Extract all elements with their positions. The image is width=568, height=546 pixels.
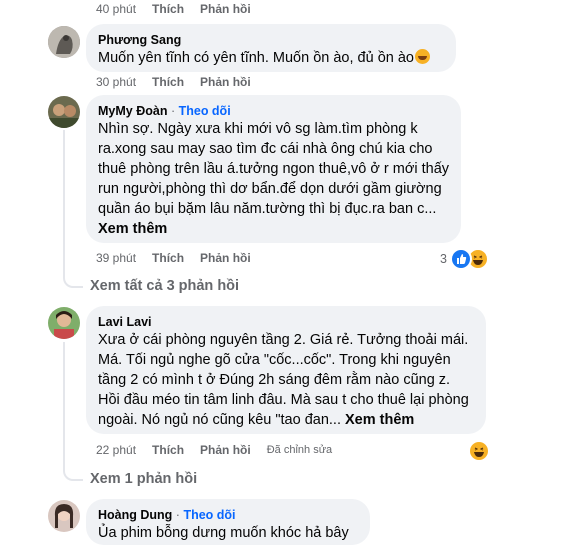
rofl-emoji-icon <box>415 49 430 64</box>
comment-text: Nhìn sợ. Ngày xưa khi mới vô sg làm.tìm … <box>98 121 454 237</box>
reply-thread-curve <box>63 455 83 481</box>
reply-button[interactable]: Phản hồi <box>200 2 251 16</box>
reply-thread-line <box>63 342 65 462</box>
comment-actions: 40 phút Thích Phản hồi <box>96 2 267 16</box>
separator-dot: · <box>170 104 176 118</box>
comment-bubble: Phương Sang Muốn yên tĩnh có yên tĩnh. M… <box>86 24 456 72</box>
comment-time[interactable]: 30 phút <box>96 75 136 89</box>
see-more-link[interactable]: Xem thêm <box>98 221 167 237</box>
comment-bubble: Lavi Lavi Xưa ở cái phòng nguyên tầng 2.… <box>86 306 486 434</box>
comment-bubble: Hoàng Dung · Theo dõi Ủa phim bỗng dưng … <box>86 499 370 545</box>
comment-actions: 30 phút Thích Phản hồi <box>96 75 267 89</box>
reaction-summary[interactable]: 3 <box>440 248 489 270</box>
edited-label: Đã chỉnh sửa <box>266 444 333 456</box>
comment-text: Muốn yên tĩnh có yên tĩnh. Muốn ồn ào, đ… <box>98 48 444 68</box>
haha-reaction-icon <box>468 440 490 462</box>
view-all-replies-link[interactable]: Xem tất cả 3 phản hồi <box>90 278 239 294</box>
reply-button[interactable]: Phản hồi <box>200 443 251 457</box>
like-button[interactable]: Thích <box>152 251 184 265</box>
avatar[interactable] <box>48 26 80 58</box>
avatar[interactable] <box>48 500 80 532</box>
comment-author[interactable]: MyMy Đoàn <box>98 104 167 118</box>
separator-dot: · <box>175 508 180 522</box>
comment-actions: 39 phút Thích Phản hồi <box>96 251 267 265</box>
like-button[interactable]: Thích <box>152 443 184 457</box>
like-button[interactable]: Thích <box>152 2 184 16</box>
reply-thread-curve <box>63 262 83 288</box>
comment-time[interactable]: 39 phút <box>96 251 136 265</box>
comment-time[interactable]: 22 phút <box>96 443 136 457</box>
reply-button[interactable]: Phản hồi <box>200 251 251 265</box>
comment-author[interactable]: Hoàng Dung <box>98 508 172 522</box>
reply-button[interactable]: Phản hồi <box>200 75 251 89</box>
reaction-summary[interactable] <box>468 440 490 462</box>
avatar[interactable] <box>48 307 80 339</box>
comment-text: Xưa ở cái phòng nguyên tầng 2. Giá rẻ. T… <box>98 332 473 428</box>
like-button[interactable]: Thích <box>152 75 184 89</box>
comment-text: Ủa phim bỗng dưng muốn khóc hả bây <box>98 525 349 541</box>
comment-author-row: MyMy Đoàn · Theo dõi <box>98 103 449 119</box>
like-reaction-icon <box>449 248 472 270</box>
reaction-count: 3 <box>440 252 447 266</box>
reply-thread-line <box>63 130 65 270</box>
comment-author[interactable]: Lavi Lavi <box>98 314 474 330</box>
see-more-link[interactable]: Xem thêm <box>345 412 414 428</box>
view-replies-link[interactable]: Xem 1 phản hồi <box>90 471 197 487</box>
comment-bubble: MyMy Đoàn · Theo dõi Nhìn sợ. Ngày xưa k… <box>86 95 461 243</box>
comment-time[interactable]: 40 phút <box>96 2 136 16</box>
comment-actions: 22 phút Thích Phản hồi Đã chỉnh sửa <box>96 443 348 457</box>
comment-author-row: Hoàng Dung · Theo dõi <box>98 507 358 523</box>
comment-author[interactable]: Phương Sang <box>98 32 444 48</box>
follow-link[interactable]: Theo dõi <box>179 104 231 118</box>
follow-link[interactable]: Theo dõi <box>183 508 235 522</box>
avatar[interactable] <box>48 96 80 128</box>
